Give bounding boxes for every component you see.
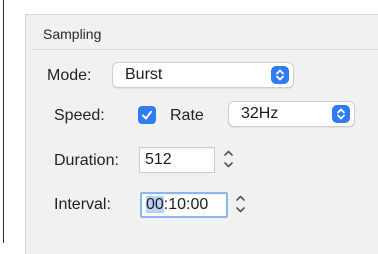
- checkmark-icon: [142, 110, 152, 120]
- sampling-group-box: [25, 14, 378, 254]
- interval-stepper-icon[interactable]: [233, 190, 248, 218]
- mode-value: Burst: [125, 66, 163, 83]
- interval-value: 00:10:00: [146, 196, 208, 214]
- interval-rest: :10:00: [163, 196, 209, 213]
- rate-value: 32Hz: [241, 105, 279, 122]
- group-title: Sampling: [43, 26, 102, 42]
- rate-popup[interactable]: 32Hz: [228, 101, 355, 127]
- group-divider: [33, 49, 378, 50]
- rate-label[interactable]: Rate: [170, 107, 204, 125]
- interval-field[interactable]: 00:10:00: [140, 192, 228, 218]
- speed-label: Speed:: [54, 107, 105, 124]
- mode-label: Mode:: [47, 67, 92, 84]
- duration-value: 512: [145, 151, 172, 168]
- interval-hours-selected[interactable]: 00: [146, 196, 164, 213]
- duration-label: Duration:: [54, 152, 119, 169]
- interval-label: Interval:: [54, 196, 111, 213]
- mode-popup[interactable]: Burst: [112, 62, 294, 88]
- duration-field[interactable]: 512: [139, 147, 215, 173]
- chevron-up-down-icon: [271, 66, 289, 84]
- rate-checkbox[interactable]: [138, 106, 156, 124]
- duration-stepper-icon[interactable]: [221, 145, 236, 173]
- chevron-up-down-icon: [332, 105, 350, 123]
